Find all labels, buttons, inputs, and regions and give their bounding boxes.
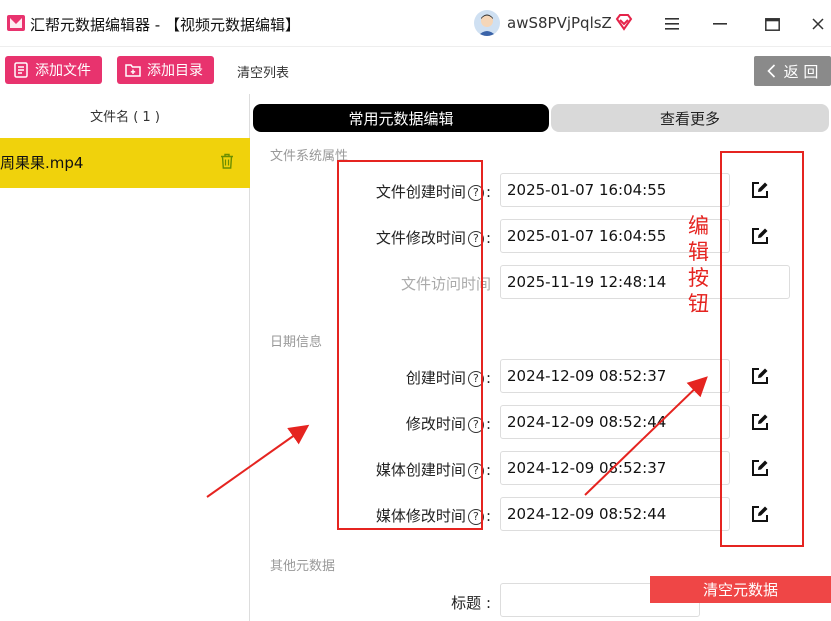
annotation-box-labels	[337, 160, 483, 530]
avatar-icon	[474, 10, 500, 36]
modified-input[interactable]: 2024-12-09 08:52:44	[500, 405, 730, 439]
title-label: 标题 :	[451, 594, 491, 612]
add-file-icon	[14, 62, 28, 78]
section-other-title: 其他元数据	[270, 559, 336, 574]
section-date-title: 日期信息	[270, 335, 323, 350]
media-created-input[interactable]: 2024-12-09 08:52:37	[500, 451, 730, 485]
back-label: 返 回	[783, 62, 819, 81]
file-created-input[interactable]: 2025-01-07 16:04:55	[500, 173, 730, 207]
maximize-button[interactable]	[758, 10, 786, 38]
add-file-button[interactable]: 添加文件	[5, 56, 102, 84]
close-button[interactable]	[804, 10, 831, 38]
close-icon	[812, 18, 824, 30]
created-input[interactable]: 2024-12-09 08:52:37	[500, 359, 730, 393]
file-row[interactable]: 周果果.mp4	[0, 138, 250, 188]
minimize-icon	[713, 23, 727, 25]
back-button[interactable]: 返 回	[754, 56, 831, 86]
clear-metadata-button[interactable]: 清空元数据	[650, 576, 831, 603]
trash-icon[interactable]	[220, 153, 234, 169]
file-list-header: 文件名 ( 1 )	[90, 110, 160, 125]
file-list-panel: 文件名 ( 1 ) 周果果.mp4	[0, 94, 250, 621]
add-folder-icon	[125, 64, 141, 77]
vip-diamond-icon[interactable]	[614, 12, 634, 32]
minimize-button[interactable]	[706, 10, 734, 38]
maximize-icon	[764, 17, 780, 31]
add-folder-label: 添加目录	[147, 63, 203, 79]
toolbar: 添加文件 添加目录 清空列表 返 回	[0, 46, 831, 94]
app-window: 汇帮元数据编辑器 - 【视频元数据编辑】 awS8PVjPqlsZ 添加文件 添…	[0, 0, 831, 621]
tab-common-metadata[interactable]: 常用元数据编辑	[253, 104, 549, 132]
file-name: 周果果.mp4	[0, 154, 84, 172]
add-folder-button[interactable]: 添加目录	[117, 56, 214, 84]
window-title: 汇帮元数据编辑器 - 【视频元数据编辑】	[30, 16, 300, 34]
tab-view-more[interactable]: 查看更多	[551, 104, 829, 132]
user-avatar[interactable]	[474, 10, 500, 36]
app-logo-icon	[7, 15, 25, 31]
add-file-label: 添加文件	[35, 63, 91, 79]
username[interactable]: awS8PVjPqlsZ	[507, 14, 612, 32]
menu-button[interactable]	[658, 10, 686, 38]
clear-list-button[interactable]: 清空列表	[237, 62, 289, 81]
chevron-left-icon	[766, 64, 775, 78]
annotation-box-edit-buttons	[720, 151, 804, 547]
title-bar: 汇帮元数据编辑器 - 【视频元数据编辑】 awS8PVjPqlsZ	[0, 0, 831, 46]
annotation-text: 编辑按钮	[688, 214, 709, 316]
media-modified-input[interactable]: 2024-12-09 08:52:44	[500, 497, 730, 531]
hamburger-icon	[665, 18, 679, 30]
